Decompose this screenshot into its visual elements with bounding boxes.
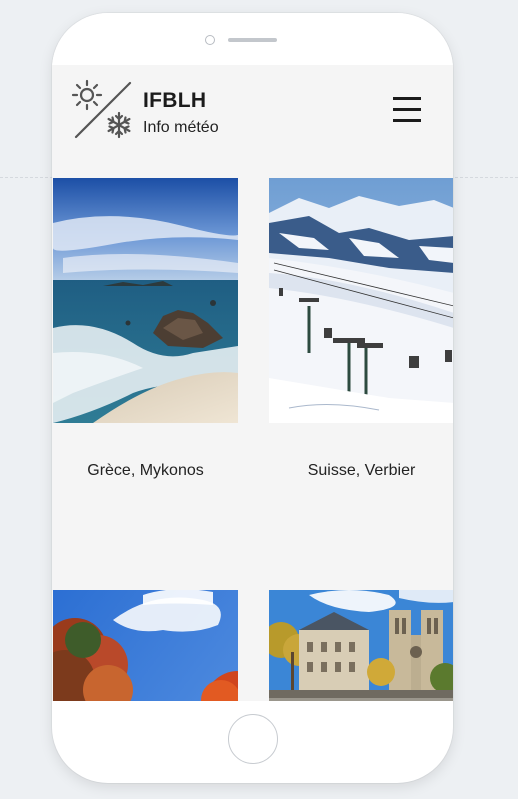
paris-cathedral-image: [269, 590, 453, 701]
destination-card-verbier[interactable]: Suisse, Verbier: [269, 178, 453, 479]
phone-frame: IFBLH Info météo Grèce, Mykonos Suisse, …: [52, 13, 453, 783]
destination-card-paris[interactable]: [269, 590, 453, 701]
destination-card-autumn[interactable]: [53, 590, 238, 701]
beach-image: [53, 178, 238, 423]
destination-label: Grèce, Mykonos: [87, 462, 204, 479]
home-button[interactable]: [228, 714, 278, 764]
sun-snowflake-icon[interactable]: [68, 79, 134, 141]
brand-title[interactable]: IFBLH: [143, 89, 206, 113]
app-header: IFBLH Info météo: [52, 65, 453, 178]
autumn-trees-image: [53, 590, 238, 701]
camera-icon: [205, 35, 215, 45]
destination-card-mykonos[interactable]: Grèce, Mykonos: [53, 178, 238, 479]
phone-top-bezel: [52, 13, 453, 65]
speaker-grille: [228, 38, 277, 42]
app-screen: IFBLH Info météo Grèce, Mykonos Suisse, …: [52, 65, 453, 701]
hamburger-menu-icon[interactable]: [392, 95, 424, 123]
brand-subtitle: Info météo: [143, 119, 219, 136]
ski-resort-image: [269, 178, 453, 423]
destination-label: Suisse, Verbier: [307, 462, 416, 479]
